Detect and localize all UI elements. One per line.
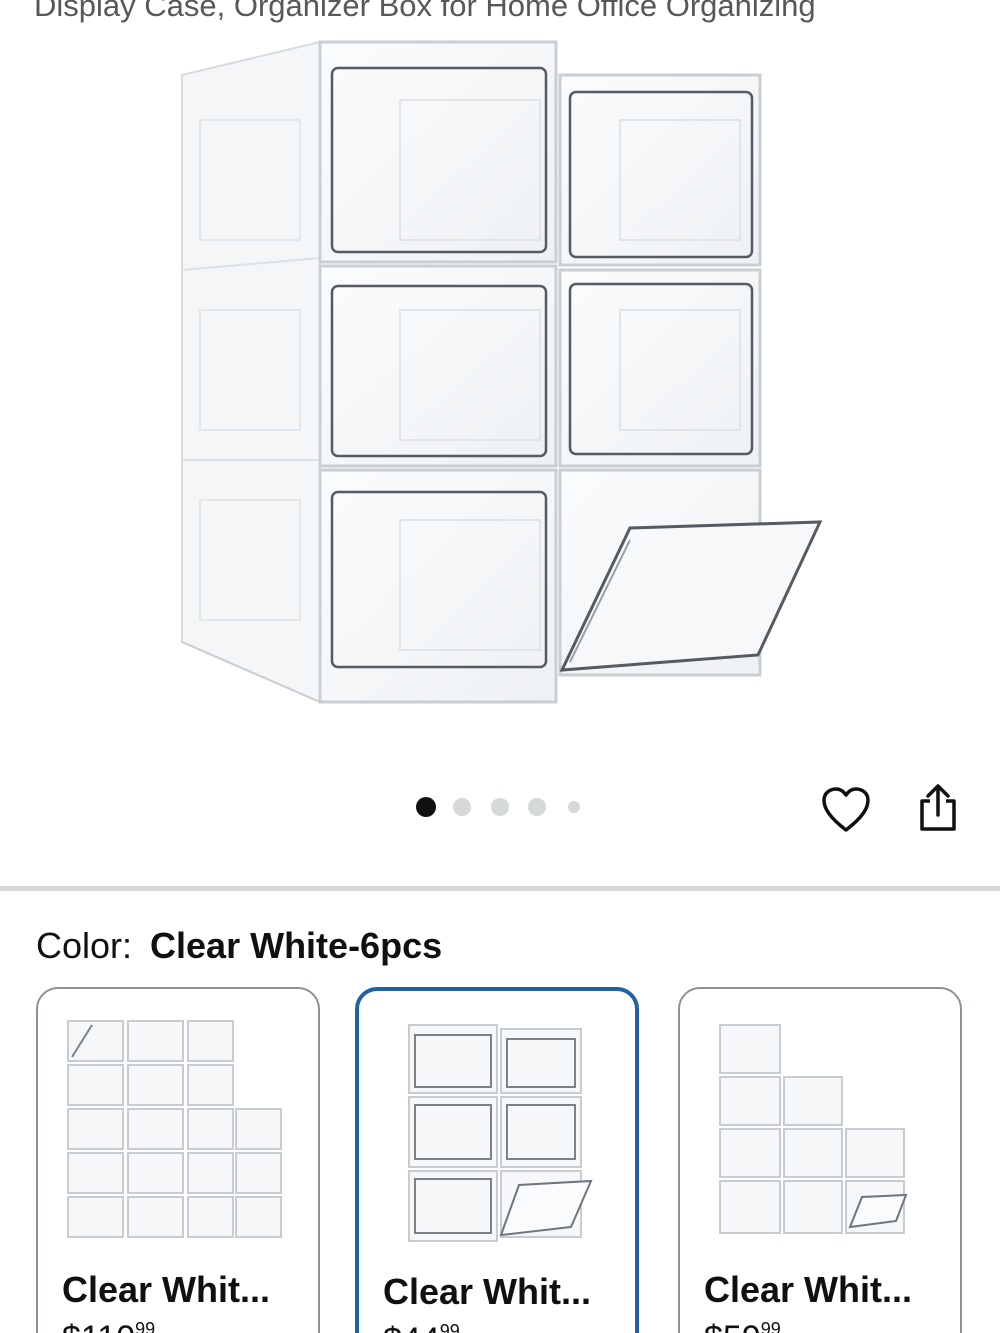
color-label: Color: [36, 925, 133, 966]
color-selector-label-row: Color: Clear White-6pcs [36, 924, 442, 968]
color-option-1[interactable]: Clear Whit... $11099 [36, 987, 320, 1333]
heart-outline-icon [822, 787, 870, 832]
color-option-3[interactable]: Clear Whit... $5999 [678, 987, 962, 1333]
share-icon [920, 784, 956, 831]
option-price: $4499 [383, 1321, 460, 1333]
carousel-dot-5[interactable] [568, 801, 580, 813]
color-option-2[interactable]: Clear Whit... $4499 [355, 987, 639, 1333]
favorite-button[interactable] [818, 782, 874, 838]
carousel-dot-3[interactable] [491, 798, 509, 816]
selected-color-value: Clear White-6pcs [150, 925, 443, 966]
option-name: Clear Whit... [704, 1269, 913, 1310]
option-name: Clear Whit... [62, 1269, 271, 1310]
option-price: $11099 [62, 1319, 156, 1333]
option-thumbnail [408, 1024, 593, 1242]
option-thumbnail [67, 1020, 282, 1238]
option-price: $5999 [704, 1319, 781, 1333]
product-image[interactable] [160, 30, 840, 730]
product-title: Display Case, Organizer Box for Home Off… [34, 0, 816, 23]
carousel-dot-2[interactable] [453, 798, 471, 816]
carousel-dot-1[interactable] [416, 797, 436, 817]
carousel-dot-4[interactable] [528, 798, 546, 816]
section-divider [0, 886, 1000, 891]
share-button[interactable] [910, 780, 966, 836]
option-name: Clear Whit... [383, 1271, 592, 1312]
option-thumbnail [719, 1024, 908, 1234]
